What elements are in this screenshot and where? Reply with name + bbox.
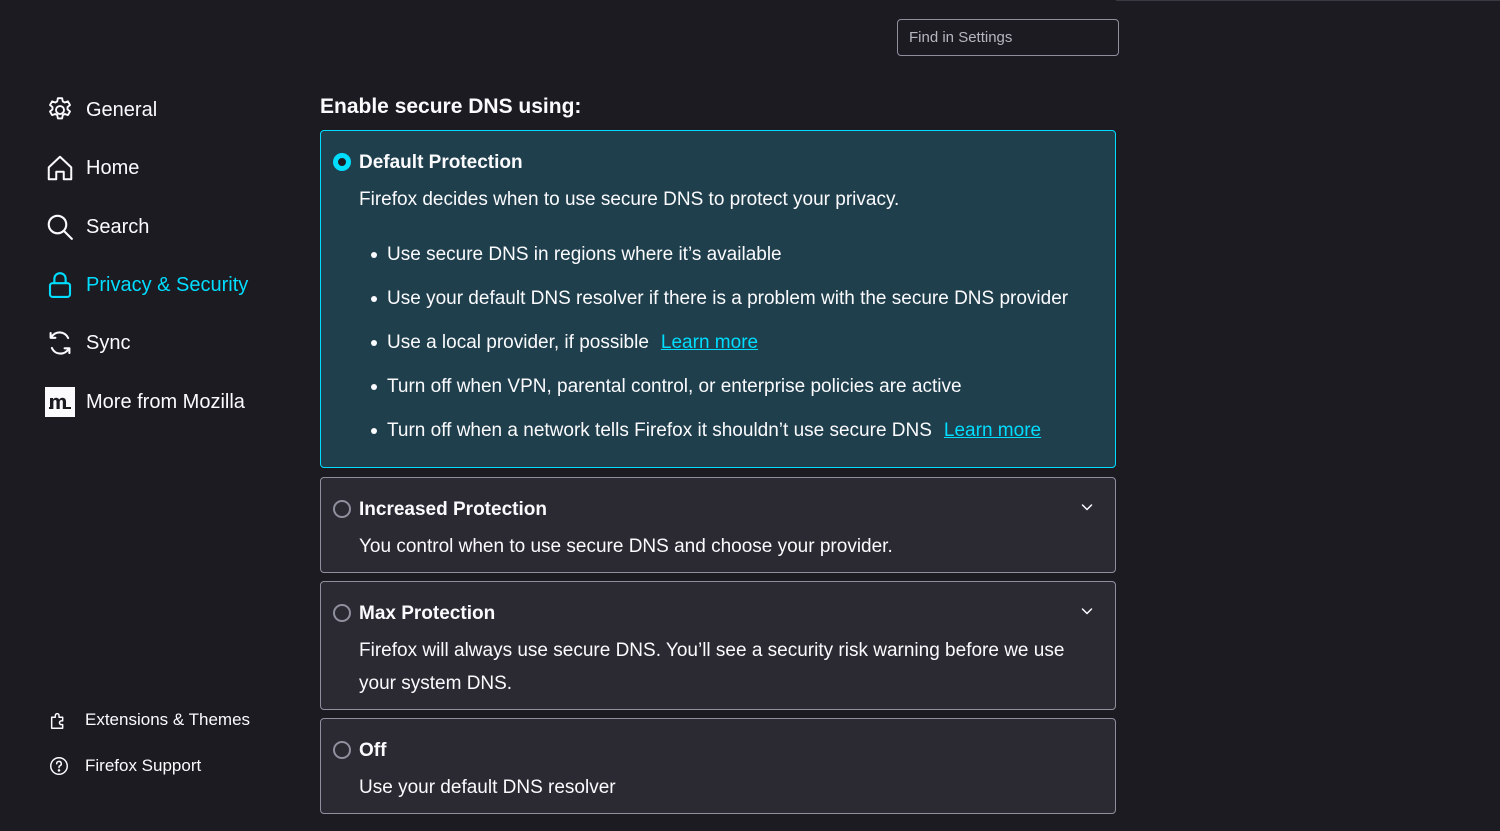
sidebar-item-search[interactable]: Search [44, 205, 294, 249]
list-item-text: Use a local provider, if possible [387, 332, 649, 353]
sidebar-item-label: Home [86, 156, 140, 179]
list-item: Use a local provider, if possible Learn … [371, 321, 1068, 365]
lock-icon [44, 269, 76, 301]
bullet-dot [371, 340, 377, 346]
puzzle-icon [46, 707, 72, 733]
home-icon [44, 152, 76, 184]
sidebar-item-label: Privacy & Security [86, 273, 249, 296]
option-card-default-protection[interactable]: Default Protection Firefox decides when … [320, 130, 1116, 468]
list-item: Use secure DNS in regions where it’s ava… [371, 233, 1068, 277]
chevron-down-icon[interactable] [1079, 499, 1095, 515]
option-title: Default Protection [359, 152, 523, 173]
sync-icon [44, 327, 76, 359]
help-icon [46, 753, 72, 779]
chevron-down-icon[interactable] [1079, 603, 1095, 619]
sidebar-item-general[interactable]: General [44, 88, 294, 132]
radio-max-protection[interactable] [333, 604, 351, 622]
list-item-text: Use your default DNS resolver if there i… [387, 288, 1069, 309]
option-title: Max Protection [359, 603, 496, 624]
sidebar-item-label: Search [86, 215, 150, 238]
option-description: Firefox decides when to use secure DNS t… [359, 189, 900, 210]
option-card-max-protection[interactable]: Max Protection Firefox will always use s… [320, 581, 1116, 710]
list-item: Turn off when a network tells Firefox it… [371, 409, 1068, 453]
option-description: Firefox will always use secure DNS. You’… [359, 640, 1065, 694]
option-card-off[interactable]: Off Use your default DNS resolver [320, 718, 1116, 814]
option-description: You control when to use secure DNS and c… [359, 536, 893, 557]
sidebar-item-label: More from Mozilla [86, 390, 245, 413]
sidebar-item-firefox-support[interactable]: Firefox Support [46, 749, 286, 783]
list-item: Turn off when VPN, parental control, or … [371, 365, 1068, 409]
learn-more-link[interactable]: Learn more [661, 332, 758, 354]
bullet-dot [371, 428, 377, 434]
mozilla-icon [44, 386, 76, 418]
list-item-text: Turn off when a network tells Firefox it… [387, 420, 932, 441]
protection-details-list: Use secure DNS in regions where it’s ava… [371, 233, 1068, 453]
sidebar-item-label: General [86, 98, 158, 121]
search-icon [44, 211, 76, 243]
sidebar-footer-label: Firefox Support [85, 756, 202, 775]
list-item: Use your default DNS resolver if there i… [371, 277, 1068, 321]
option-title: Off [359, 740, 387, 761]
option-title: Increased Protection [359, 499, 547, 520]
find-in-settings-input[interactable] [897, 19, 1119, 56]
sidebar-item-extensions-themes[interactable]: Extensions & Themes [46, 703, 286, 737]
sidebar-item-label: Sync [86, 331, 131, 354]
window-edge-divider [1116, 0, 1500, 1]
section-heading: Enable secure DNS using: [320, 95, 582, 118]
sidebar-footer-label: Extensions & Themes [85, 710, 251, 729]
list-item-text: Turn off when VPN, parental control, or … [387, 376, 962, 397]
gear-icon [44, 94, 76, 126]
sidebar-item-sync[interactable]: Sync [44, 321, 294, 365]
sidebar-item-privacy-security[interactable]: Privacy & Security [44, 263, 294, 307]
bullet-dot [371, 252, 377, 258]
radio-default-protection[interactable] [333, 153, 351, 171]
bullet-dot [371, 384, 377, 390]
bullet-dot [371, 296, 377, 302]
sidebar-item-home[interactable]: Home [44, 146, 294, 190]
list-item-text: Use secure DNS in regions where it’s ava… [387, 244, 782, 265]
radio-increased-protection[interactable] [333, 500, 351, 518]
radio-off[interactable] [333, 741, 351, 759]
settings-page: General Home Search [0, 0, 1500, 831]
learn-more-link[interactable]: Learn more [944, 420, 1041, 442]
option-card-increased-protection[interactable]: Increased Protection You control when to… [320, 477, 1116, 573]
sidebar-item-more-from-mozilla[interactable]: More from Mozilla [44, 380, 294, 424]
option-description: Use your default DNS resolver [359, 777, 616, 798]
